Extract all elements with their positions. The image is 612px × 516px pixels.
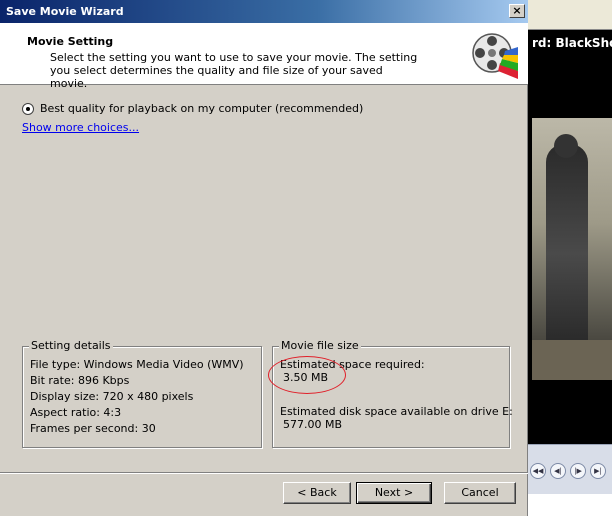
best-quality-label: Best quality for playback on my computer… bbox=[40, 102, 364, 115]
film-reel-icon bbox=[472, 33, 518, 79]
background-media-player: rd: BlackShot ◀◀ ◀| |▶ ▶| bbox=[528, 0, 612, 516]
setting-details-group: Setting details File type: Windows Media… bbox=[22, 339, 262, 448]
aspect-ratio-text: Aspect ratio: 4:3 bbox=[30, 406, 122, 419]
background-video-preview bbox=[532, 118, 612, 380]
disk-space-value: 577.00 MB bbox=[283, 418, 343, 431]
page-description: Select the setting you want to use to sa… bbox=[50, 51, 418, 90]
fps-text: Frames per second: 30 bbox=[30, 422, 156, 435]
ground bbox=[532, 340, 612, 380]
best-quality-radio[interactable] bbox=[22, 102, 34, 115]
title-bar[interactable]: Save Movie Wizard × bbox=[0, 0, 528, 23]
annotation-ellipse bbox=[268, 356, 346, 394]
previous-frame-icon[interactable]: ◀| bbox=[550, 463, 566, 479]
bit-rate-text: Bit rate: 896 Kbps bbox=[30, 374, 130, 387]
background-video-title: rd: BlackShot bbox=[532, 36, 612, 50]
back-button[interactable]: < Back bbox=[283, 482, 351, 504]
next-frame-icon[interactable]: |▶ bbox=[570, 463, 586, 479]
disk-space-label: Estimated disk space available on drive … bbox=[280, 405, 513, 418]
soldier-figure bbox=[546, 134, 588, 364]
next-button[interactable]: Next > bbox=[356, 482, 432, 504]
setting-details-label: Setting details bbox=[29, 339, 113, 352]
background-status-area bbox=[528, 494, 612, 516]
button-separator bbox=[0, 472, 528, 474]
cancel-button[interactable]: Cancel bbox=[444, 482, 516, 504]
close-button[interactable]: × bbox=[509, 4, 525, 18]
wizard-header: Movie Setting Select the setting you wan… bbox=[0, 23, 528, 90]
rewind-icon[interactable]: ◀◀ bbox=[530, 463, 546, 479]
page-title: Movie Setting bbox=[27, 35, 114, 48]
movie-file-size-label: Movie file size bbox=[279, 339, 361, 352]
save-movie-wizard-dialog: Save Movie Wizard × Movie Setting Select… bbox=[0, 0, 528, 516]
display-size-text: Display size: 720 x 480 pixels bbox=[30, 390, 194, 403]
best-quality-option[interactable]: Best quality for playback on my computer… bbox=[22, 102, 363, 115]
background-toolbar bbox=[528, 0, 612, 30]
window-title: Save Movie Wizard bbox=[6, 5, 124, 18]
file-type-text: File type: Windows Media Video (WMV) bbox=[30, 358, 244, 371]
show-more-choices-link[interactable]: Show more choices... bbox=[22, 121, 139, 134]
playback-controls: ◀◀ ◀| |▶ ▶| bbox=[528, 444, 612, 494]
forward-icon[interactable]: ▶| bbox=[590, 463, 606, 479]
